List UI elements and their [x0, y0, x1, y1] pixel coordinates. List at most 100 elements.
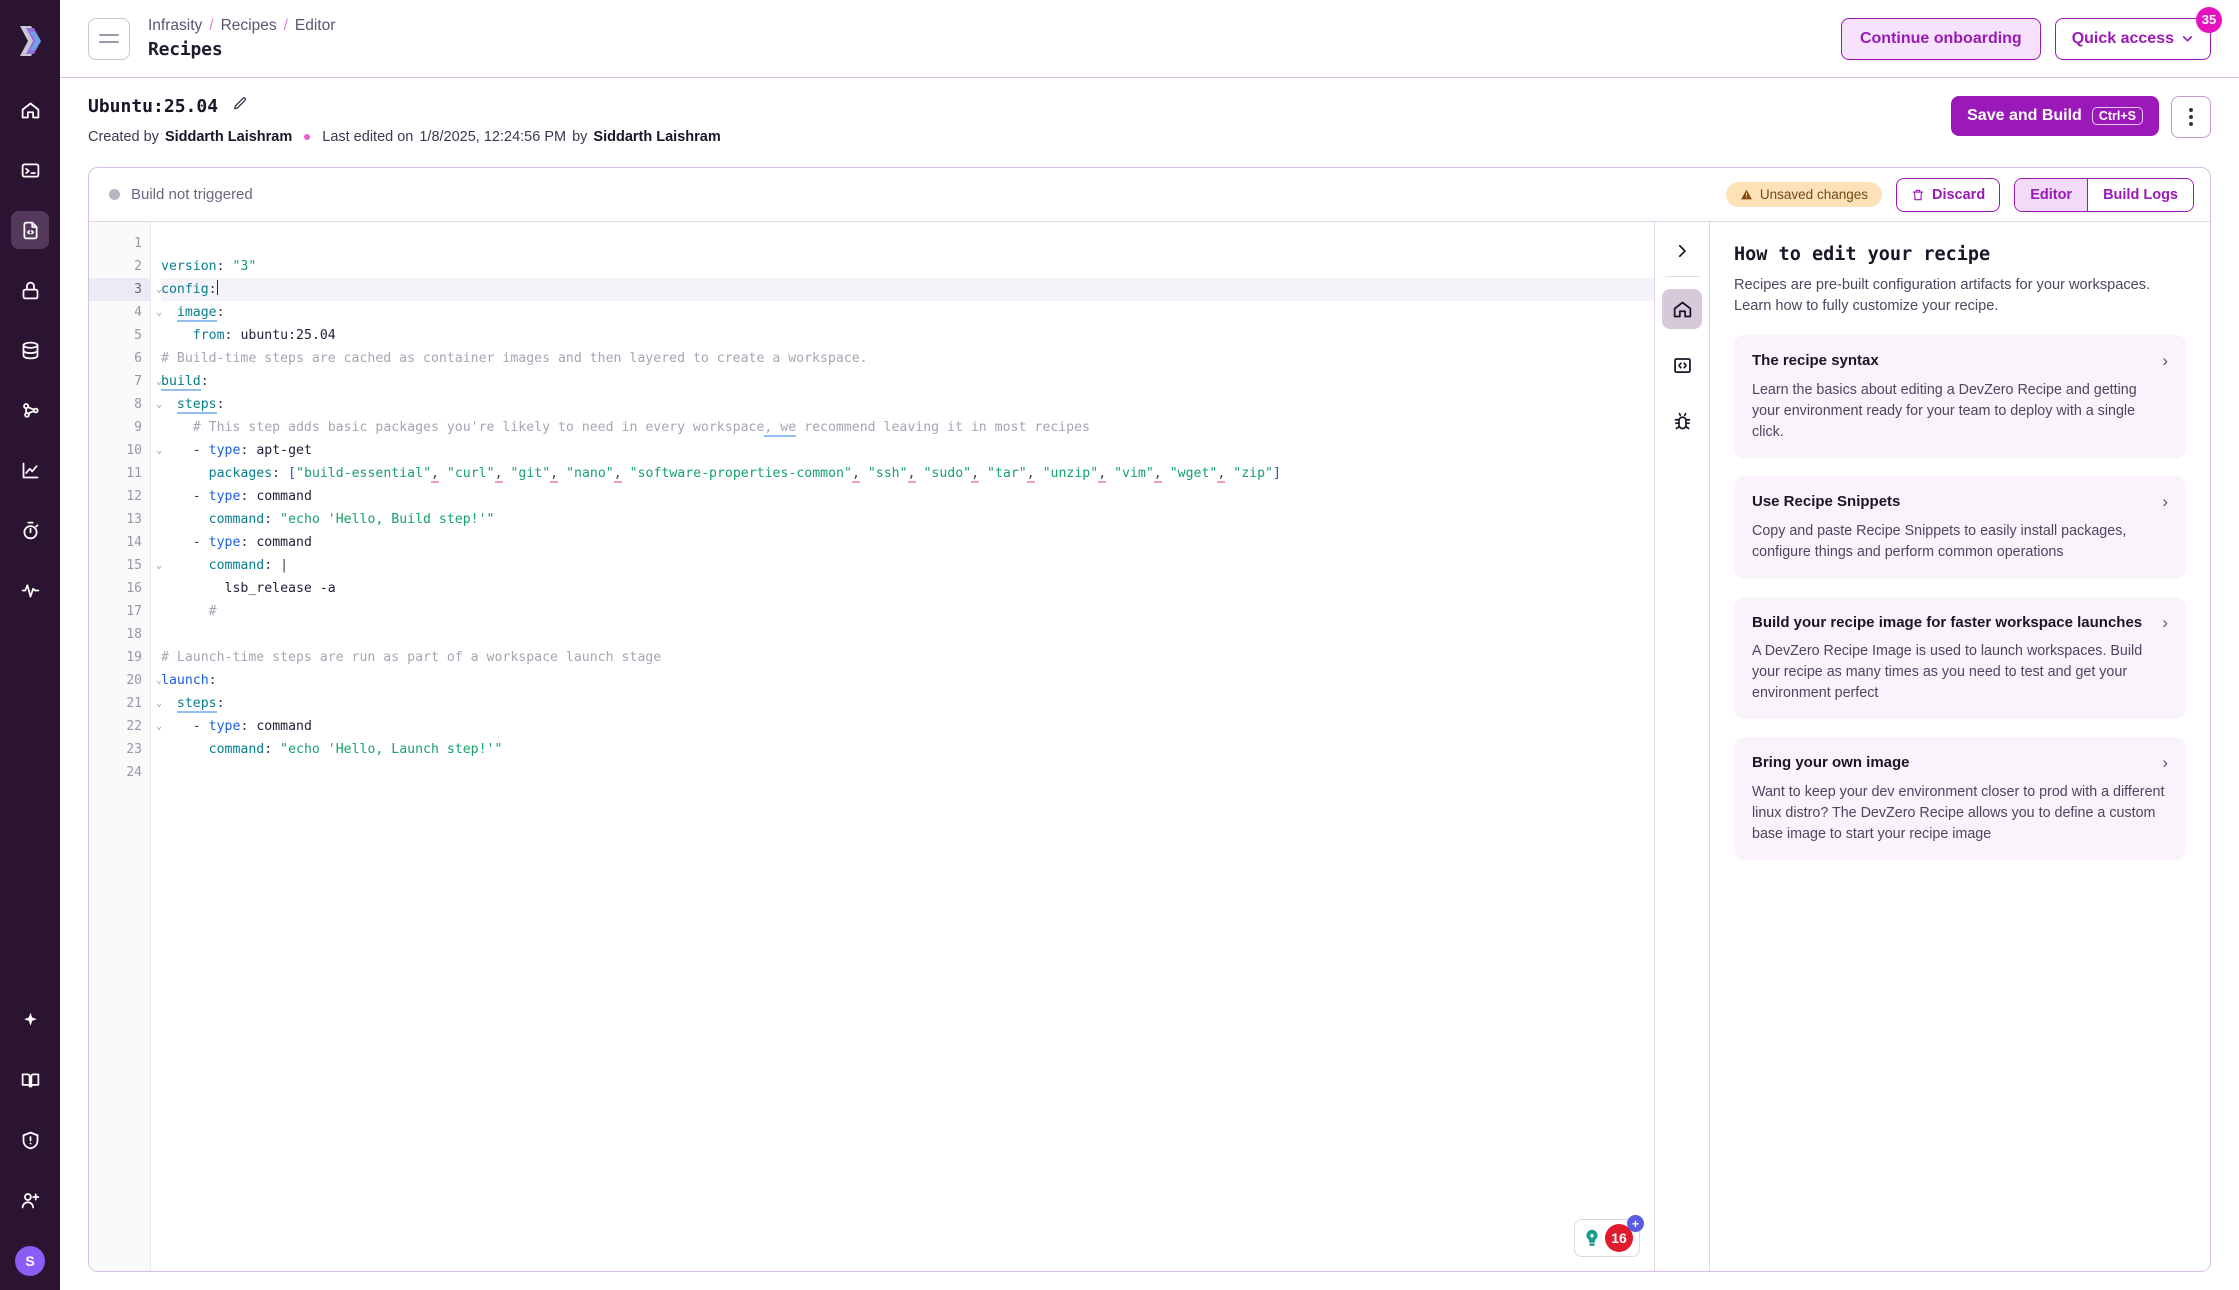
recipe-name: Ubuntu:25.04 [88, 96, 219, 117]
code-line[interactable]: - type: command [161, 531, 1654, 554]
code-line[interactable]: image: [161, 301, 1654, 324]
sidebar-item-usage[interactable] [11, 511, 49, 549]
help-rail-home-icon[interactable] [1662, 289, 1702, 329]
code-line[interactable]: command: "echo 'Hello, Launch step!'" [161, 738, 1654, 761]
discard-label: Discard [1931, 186, 1986, 203]
code-line[interactable]: config: [161, 278, 1654, 301]
help-rail-bug-icon[interactable] [1662, 401, 1702, 441]
help-card-recipe-snippets[interactable]: Use Recipe Snippets › Copy and paste Rec… [1734, 476, 2186, 579]
book-icon[interactable] [11, 1061, 49, 1099]
line-number: 3 ⌄ [89, 278, 162, 301]
code-text-area[interactable]: version: "3" config: image: from: ubuntu:… [151, 222, 1654, 1271]
tab-editor[interactable]: Editor [2015, 178, 2088, 211]
recipe-header-left: Ubuntu:25.04 Created by Siddarth Laishra… [88, 96, 721, 145]
code-line[interactable]: command: | [161, 554, 1654, 577]
last-edited-label: Last edited on [322, 129, 414, 145]
line-number: 5 [134, 328, 142, 343]
code-line[interactable]: from: ubuntu:25.04 [161, 324, 1654, 347]
line-number: 21 ⌄ [89, 692, 162, 715]
tab-build-logs[interactable]: Build Logs [2087, 178, 2193, 211]
chevron-right-icon[interactable]: › [2162, 352, 2168, 369]
help-card-title: The recipe syntax [1752, 352, 1879, 370]
help-card-title: Bring your own image [1752, 754, 1910, 772]
sidebar-item-insights[interactable] [11, 451, 49, 489]
help-card-build-recipe-image[interactable]: Build your recipe image for faster works… [1734, 596, 2186, 720]
quick-access-badge: 35 [2196, 6, 2222, 33]
code-line[interactable]: packages: ["build-essential", "curl", "g… [161, 462, 1654, 485]
editor-badge-group[interactable]: 16 + [1574, 1215, 1644, 1257]
sidebar-item-clusters[interactable] [11, 391, 49, 429]
help-card-head: The recipe syntax › [1752, 351, 2168, 371]
sparkle-icon[interactable] [11, 1001, 49, 1039]
code-line[interactable]: # This step adds basic packages you're l… [161, 416, 1654, 439]
sidebar-item-databases[interactable] [11, 331, 49, 369]
line-number: 16 [126, 581, 142, 596]
save-and-build-label: Save and Build [1967, 107, 2082, 124]
sidebar-item-workspaces[interactable] [11, 151, 49, 189]
code-line[interactable]: # [161, 600, 1654, 623]
line-number: 18 [126, 627, 142, 642]
code-line[interactable]: # Launch-time steps are run as part of a… [161, 646, 1654, 669]
code-editor[interactable]: 1 2 3 ⌄ 4 ⌄ 5 6 7 ⌄ 8 ⌄ 9 10 ⌄ 11 12 13 14 15 ⌄ 16 17 18 19 20 ⌄ 21… [89, 222, 1654, 1271]
chevron-right-icon[interactable] [1663, 232, 1701, 270]
pencil-icon[interactable] [232, 96, 248, 117]
add-user-icon[interactable] [11, 1181, 49, 1219]
code-line[interactable]: - type: command [161, 485, 1654, 508]
discard-button[interactable]: Discard [1895, 177, 2001, 212]
chevron-right-icon[interactable]: › [2162, 754, 2168, 771]
view-tabs: Editor Build Logs [2014, 177, 2194, 212]
plus-icon[interactable]: + [1627, 1215, 1644, 1232]
code-line[interactable] [161, 623, 1654, 646]
breadcrumb-item-org[interactable]: Infrasity [148, 17, 202, 35]
avatar[interactable]: S [15, 1246, 45, 1276]
chevron-right-icon[interactable]: › [2162, 493, 2168, 510]
last-edited-by-label: by [572, 129, 588, 145]
line-number: 15 ⌄ [89, 554, 162, 577]
chevron-right-icon[interactable]: › [2162, 614, 2168, 631]
quick-access-button[interactable]: Quick access 35 [2054, 6, 2222, 60]
hamburger-icon[interactable] [88, 17, 130, 60]
continue-onboarding-button[interactable]: Continue onboarding [1840, 17, 2041, 60]
help-panel: How to edit your recipe Recipes are pre-… [1710, 222, 2210, 1271]
code-line[interactable]: # Build-time steps are cached as contain… [161, 347, 1654, 370]
shield-alert-icon[interactable] [11, 1121, 49, 1159]
line-number: 22 ⌄ [89, 715, 162, 738]
save-and-build-button[interactable]: Save and Build Ctrl+S [1951, 96, 2159, 136]
help-rail-code-brackets-icon[interactable] [1662, 345, 1702, 385]
editor-status-badges: 16 + [1574, 1215, 1644, 1257]
breadcrumb-item-recipes[interactable]: Recipes [221, 17, 277, 35]
help-card-recipe-syntax[interactable]: The recipe syntax › Learn the basics abo… [1734, 335, 2186, 459]
code-line[interactable]: launch: [161, 669, 1654, 692]
code-line[interactable]: steps: [161, 393, 1654, 416]
sidebar-item-recipes[interactable] [11, 211, 49, 249]
sidebar-item-activity[interactable] [11, 571, 49, 609]
line-number: 2 [134, 259, 142, 274]
line-number: 23 [126, 742, 142, 757]
recipe-header-actions: Save and Build Ctrl+S [1951, 96, 2211, 138]
code-line[interactable]: command: "echo 'Hello, Build step!'" [161, 508, 1654, 531]
code-line[interactable] [161, 232, 1654, 255]
code-line[interactable]: - type: command [161, 715, 1654, 738]
help-panel-title: How to edit your recipe [1734, 244, 1991, 265]
editor-toolbar: Build not triggered Unsaved changes Disc… [89, 168, 2210, 222]
devzero-logo[interactable] [10, 14, 50, 68]
help-card-bring-your-own-image[interactable]: Bring your own image › Want to keep your… [1734, 737, 2186, 861]
sidebar-item-home[interactable] [11, 91, 49, 129]
code-line[interactable]: - type: apt-get [161, 439, 1654, 462]
save-shortcut-kbd: Ctrl+S [2091, 107, 2143, 125]
help-card-body: Learn the basics about editing a DevZero… [1752, 382, 2137, 440]
line-number: 14 [126, 535, 142, 550]
code-line[interactable] [161, 761, 1654, 784]
status-badge-unsaved: Unsaved changes [1725, 182, 1882, 207]
trash-icon [1912, 189, 1924, 200]
code-line[interactable]: build: [161, 370, 1654, 393]
code-line[interactable]: steps: [161, 692, 1654, 715]
line-number: 11 [126, 466, 142, 481]
sidebar-item-secrets[interactable] [11, 271, 49, 309]
more-vertical-icon[interactable] [2171, 96, 2211, 138]
code-line[interactable]: lsb_release -a [161, 577, 1654, 600]
line-number: 17 [126, 604, 142, 619]
recipe-meta: Created by Siddarth Laishram Last edited… [88, 129, 721, 145]
code-line[interactable]: version: "3" [161, 255, 1654, 278]
breadcrumb-item-editor[interactable]: Editor [295, 17, 336, 35]
